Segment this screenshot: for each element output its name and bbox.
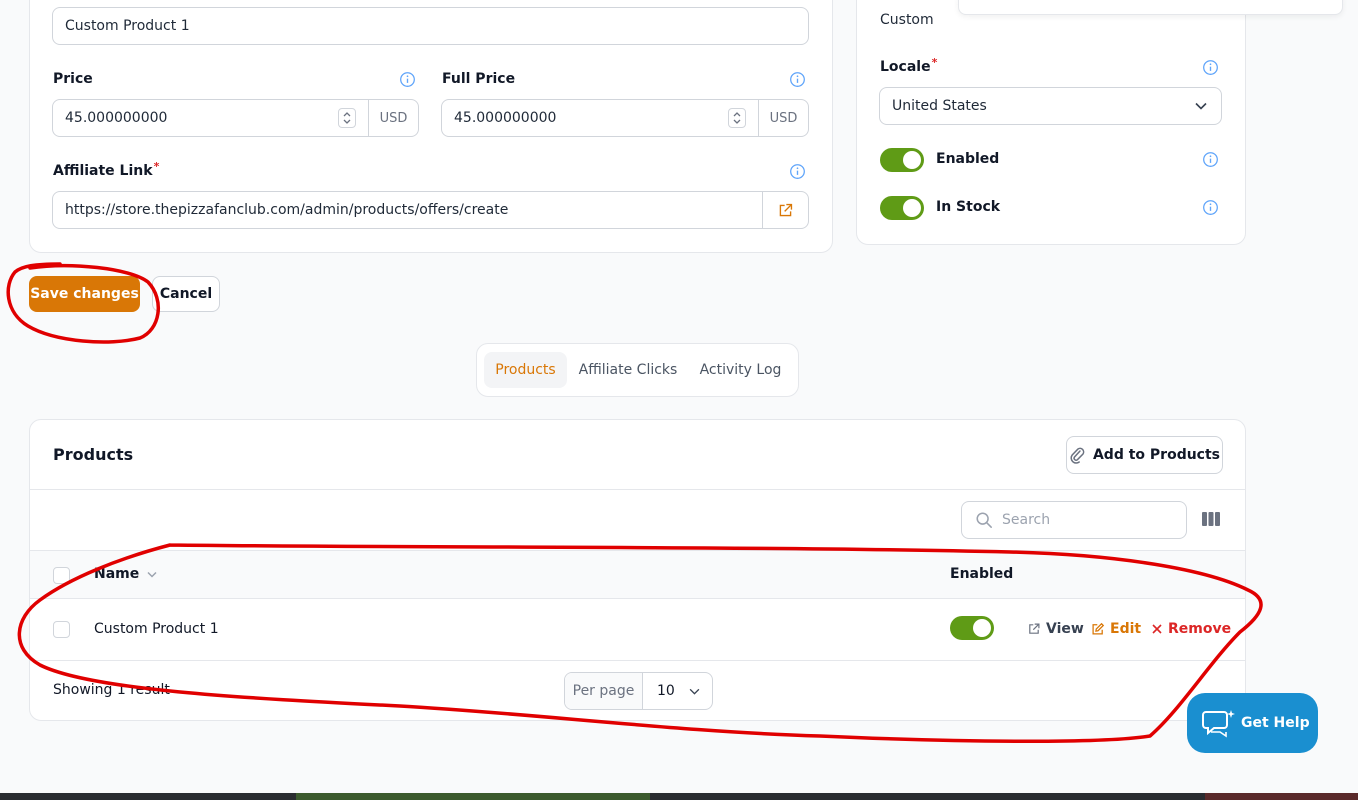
price-info-icon[interactable] [399,71,416,88]
tab-activity-log[interactable]: Activity Log [693,352,788,388]
table-header: Name Enabled [30,550,1245,599]
select-all-checkbox[interactable] [53,567,70,584]
affiliate-link-label: Affiliate Link* [53,160,160,179]
chat-sparkle-icon [1202,710,1235,738]
locale-value: United States [892,98,987,114]
in-stock-info-icon[interactable] [1202,199,1219,216]
required-mark: * [153,160,160,173]
divider [30,489,1245,490]
external-link-icon [1029,623,1040,634]
per-page-select[interactable]: 10 [643,673,712,709]
locale-label: Locale* [880,56,938,75]
full-price-value: 45.000000000 [454,110,557,126]
paperclip-icon [1070,447,1085,464]
price-label: Price [53,71,93,87]
columns-toggle-icon[interactable] [1202,512,1220,526]
open-link-button[interactable] [762,192,808,228]
per-page-control: Per page 10 [564,672,713,710]
row-name: Custom Product 1 [94,621,219,637]
results-count: Showing 1 result [53,682,170,698]
view-action[interactable]: View [1027,621,1084,637]
add-to-products-button[interactable]: Add to Products [1066,436,1223,474]
taskbar [0,793,1358,800]
affiliate-link-input[interactable]: https://store.thepizzafanclub.com/admin/… [52,191,809,229]
full-price-label: Full Price [442,71,516,87]
edit-icon [1092,622,1105,635]
chevron-down-icon [689,688,700,695]
column-name-header[interactable]: Name [94,566,157,582]
row-enabled-toggle[interactable] [950,616,994,640]
external-link-icon [779,203,793,216]
per-page-label: Per page [565,673,643,709]
table-title: Products [53,445,134,464]
price-stepper[interactable] [338,108,356,128]
taskbar-app-indicator [296,793,650,800]
search-input[interactable]: Search [961,501,1187,539]
edit-action[interactable]: Edit [1091,621,1141,637]
cancel-button[interactable]: Cancel [152,276,220,312]
get-help-label: Get Help [1241,715,1310,731]
column-name-label: Name [94,566,140,582]
type-value: Custom [880,12,934,28]
search-icon [976,512,992,528]
enabled-info-icon[interactable] [1202,151,1219,168]
column-enabled-header: Enabled [950,566,1014,582]
locale-select[interactable]: United States [879,87,1222,125]
add-to-products-label: Add to Products [1092,447,1221,463]
affiliate-link-info-icon[interactable] [789,163,806,180]
price-input[interactable]: 45.000000000 USD [52,99,419,137]
top-popover [958,0,1343,15]
remove-label: Remove [1168,621,1232,637]
taskbar-app-indicator [1205,793,1358,800]
products-table-card: Products Add to Products Search Name Ena… [29,419,1246,721]
save-changes-button[interactable]: Save changes [29,276,140,312]
remove-action[interactable]: Remove [1151,621,1231,637]
relation-tabs: Products Affiliate Clicks Activity Log [476,343,799,397]
sort-chevron-icon [147,571,157,578]
enabled-toggle[interactable] [880,148,924,172]
table-row: Custom Product 1 View Edit Remove [30,599,1245,661]
name-input[interactable]: Custom Product 1 [52,7,809,45]
edit-label: Edit [1110,621,1142,637]
per-page-value: 10 [657,683,675,699]
price-value: 45.000000000 [65,110,168,126]
get-help-button[interactable]: Get Help [1187,693,1318,753]
full-price-currency: USD [758,100,808,136]
row-checkbox[interactable] [53,621,70,638]
enabled-label: Enabled [936,151,1000,167]
view-label: View [1046,621,1084,637]
full-price-info-icon[interactable] [789,71,806,88]
full-price-stepper[interactable] [728,108,746,128]
in-stock-toggle[interactable] [880,196,924,220]
search-placeholder: Search [1002,512,1051,528]
price-currency: USD [368,100,418,136]
close-icon [1152,624,1162,634]
in-stock-label: In Stock [936,199,1001,215]
tab-affiliate-clicks[interactable]: Affiliate Clicks [573,352,683,388]
chevron-down-icon [1195,102,1207,110]
affiliate-link-value: https://store.thepizzafanclub.com/admin/… [65,202,509,218]
full-price-input[interactable]: 45.000000000 USD [441,99,809,137]
tab-products[interactable]: Products [484,352,567,388]
name-value: Custom Product 1 [65,18,190,34]
required-mark: * [931,56,938,69]
locale-info-icon[interactable] [1202,59,1219,76]
